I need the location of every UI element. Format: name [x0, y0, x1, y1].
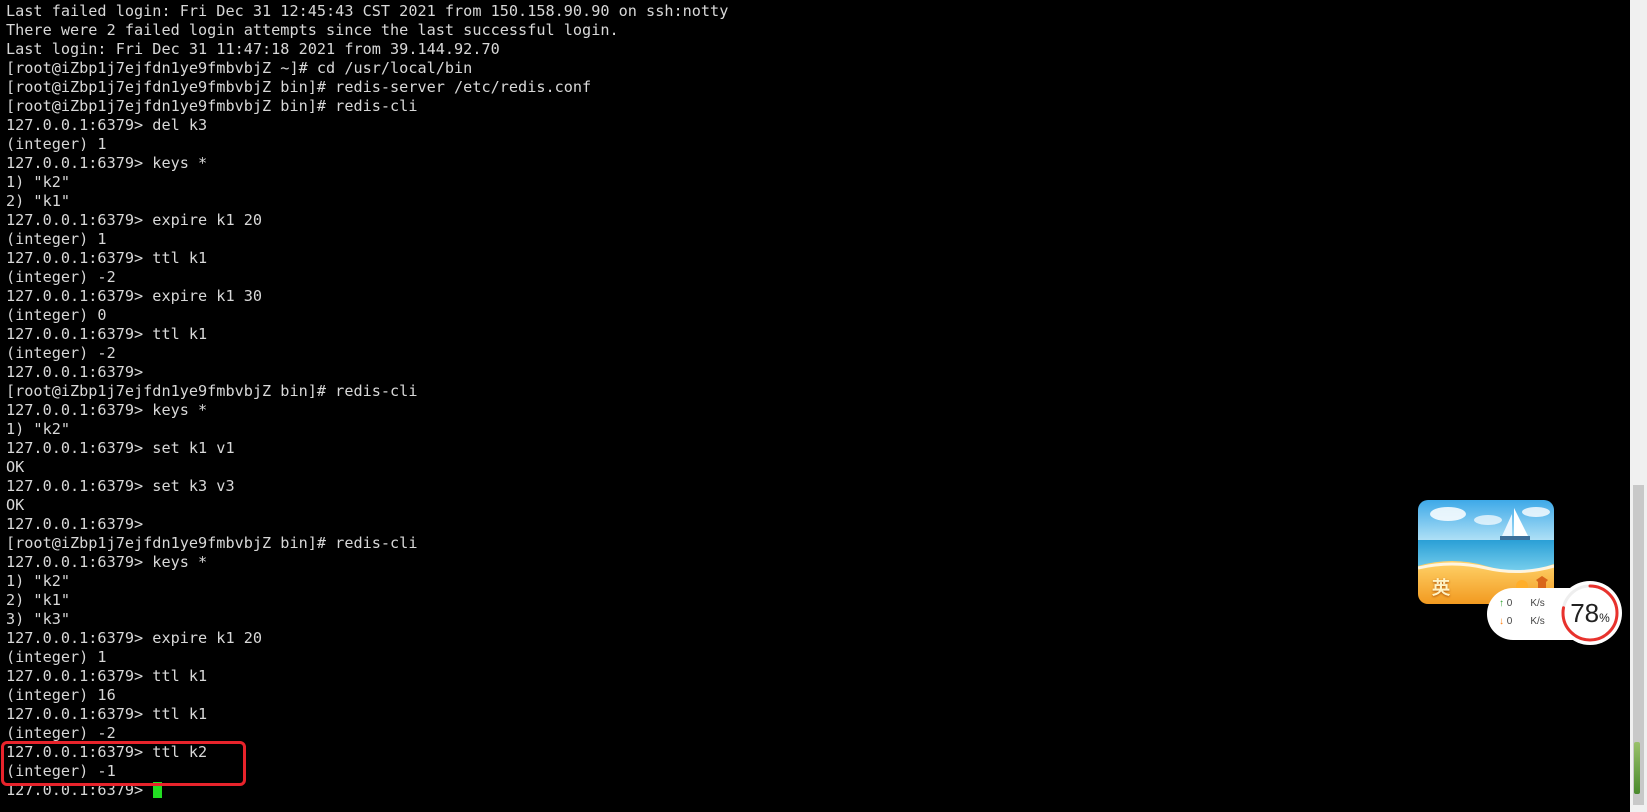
terminal-line: 127.0.0.1:6379> expire k1 20	[6, 211, 263, 229]
terminal-line: 2) "k1"	[6, 192, 71, 210]
terminal-line: Last failed login: Fri Dec 31 12:45:43 C…	[6, 2, 729, 20]
cpu-usage-value: 78%	[1570, 598, 1610, 628]
terminal-line: (integer) 1	[6, 135, 107, 153]
terminal-line: 127.0.0.1:6379> keys *	[6, 401, 208, 419]
scroll-indicator-icon	[1634, 742, 1640, 794]
terminal-line: (integer) 1	[6, 648, 107, 666]
upload-speed: ↑ 0 K/s	[1499, 598, 1545, 609]
terminal-line: 127.0.0.1:6379>	[6, 515, 144, 533]
terminal-line: 127.0.0.1:6379> ttl k1	[6, 325, 208, 343]
highlight-annotation-box	[1, 741, 246, 786]
terminal-line: 127.0.0.1:6379> ttl k1	[6, 249, 208, 267]
terminal-line: 127.0.0.1:6379>	[6, 363, 144, 381]
terminal-window[interactable]: Last failed login: Fri Dec 31 12:45:43 C…	[0, 0, 1630, 812]
vertical-scrollbar[interactable]	[1630, 0, 1647, 812]
terminal-line: 127.0.0.1:6379> keys *	[6, 553, 208, 571]
terminal-line: 127.0.0.1:6379> set k3 v3	[6, 477, 235, 495]
download-speed: ↓ 0 K/s	[1499, 616, 1545, 627]
terminal-line: [root@iZbp1j7ejfdn1ye9fmbvbjZ bin]# redi…	[6, 534, 418, 552]
terminal-line: (integer) 0	[6, 306, 107, 324]
terminal-line: 1) "k2"	[6, 173, 71, 191]
terminal-line: [root@iZbp1j7ejfdn1ye9fmbvbjZ bin]# redi…	[6, 78, 592, 96]
arrow-up-icon: ↑	[1499, 598, 1504, 609]
terminal-line: (integer) 16	[6, 686, 116, 704]
terminal-line: There were 2 failed login attempts since…	[6, 21, 619, 39]
terminal-line: [root@iZbp1j7ejfdn1ye9fmbvbjZ bin]# redi…	[6, 382, 418, 400]
terminal-line: OK	[6, 458, 25, 476]
cpu-usage-gauge[interactable]: 78%	[1557, 580, 1623, 646]
terminal-line: [root@iZbp1j7ejfdn1ye9fmbvbjZ ~]# cd /us…	[6, 59, 473, 77]
terminal-line: (integer) 1	[6, 230, 107, 248]
terminal-line: 127.0.0.1:6379> ttl k1	[6, 705, 208, 723]
terminal-line: Last login: Fri Dec 31 11:47:18 2021 fro…	[6, 40, 500, 58]
terminal-line: 127.0.0.1:6379> set k1 v1	[6, 439, 235, 457]
terminal-line: [root@iZbp1j7ejfdn1ye9fmbvbjZ bin]# redi…	[6, 97, 418, 115]
terminal-line: 127.0.0.1:6379> expire k1 30	[6, 287, 263, 305]
arrow-down-icon: ↓	[1499, 616, 1504, 627]
terminal-line: 127.0.0.1:6379> del k3	[6, 116, 208, 134]
terminal-line: 2) "k1"	[6, 591, 71, 609]
ime-language-label: 英	[1432, 578, 1450, 599]
terminal-line: 127.0.0.1:6379> expire k1 20	[6, 629, 263, 647]
terminal-line: (integer) -2	[6, 344, 116, 362]
terminal-line: 1) "k2"	[6, 572, 71, 590]
terminal-output: Last failed login: Fri Dec 31 12:45:43 C…	[6, 2, 728, 800]
terminal-line: OK	[6, 496, 25, 514]
terminal-line: 127.0.0.1:6379> ttl k1	[6, 667, 208, 685]
terminal-line: 3) "k3"	[6, 610, 71, 628]
terminal-line: 1) "k2"	[6, 420, 71, 438]
terminal-line: 127.0.0.1:6379> keys *	[6, 154, 208, 172]
terminal-line: (integer) -2	[6, 268, 116, 286]
